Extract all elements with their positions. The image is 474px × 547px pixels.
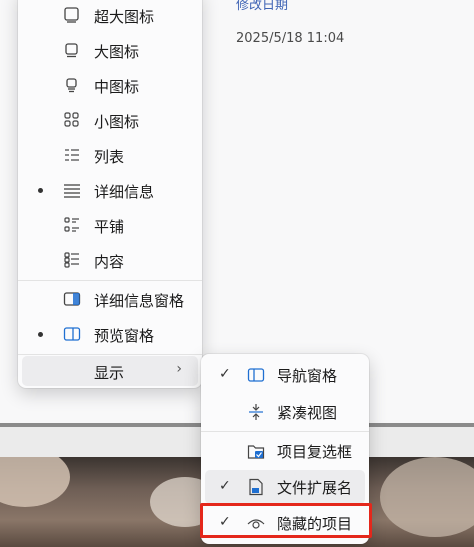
menu-item-label: 详细信息窗格 [94,292,185,310]
menu-item-tiles[interactable]: 平铺 [22,208,198,242]
small-icons-icon [63,111,81,129]
submenu-item-file-extensions[interactable]: ✓ 文件扩展名 [205,470,365,504]
submenu-item-navigation-pane[interactable]: ✓ 导航窗格 [205,358,365,392]
check-icon: ✓ [219,366,231,382]
file-extension-icon [247,478,265,496]
submenu-separator [201,431,369,432]
menu-item-label: 列表 [94,148,125,166]
menu-item-small-icons[interactable]: 小图标 [22,103,198,137]
content-icon [63,251,81,269]
details-pane-icon [63,290,81,308]
submenu-item-label: 紧凑视图 [277,404,338,422]
details-icon [63,181,81,199]
chevron-right-icon: › [176,361,182,377]
view-menu: 超大图标 大图标 中图标 小图标 列表 详细信息 平铺 内容 详细信息窗格 预览… [18,0,202,388]
menu-item-label: 中图标 [94,78,140,96]
submenu-item-label: 项目复选框 [277,443,353,461]
menu-item-large-icons[interactable]: 大图标 [22,33,198,67]
menu-item-list[interactable]: 列表 [22,138,198,172]
menu-item-label: 平铺 [94,218,125,236]
submenu-item-label: 导航窗格 [277,367,338,385]
menu-item-label: 预览窗格 [94,327,155,345]
large-icons-icon [63,41,81,59]
compact-view-icon [247,403,265,421]
menu-item-extra-large-icons[interactable]: 超大图标 [22,0,198,32]
column-header-modified[interactable]: 修改日期 [236,0,288,13]
menu-item-details[interactable]: 详细信息 [22,173,198,207]
preview-pane-icon [63,325,81,343]
check-icon: ✓ [219,478,231,494]
tiles-icon [63,216,81,234]
extra-large-icons-icon [63,6,81,24]
menu-item-label: 超大图标 [94,8,155,26]
medium-icons-icon [63,76,81,94]
navigation-pane-icon [247,366,265,384]
selected-dot-icon [38,188,43,193]
menu-item-label: 小图标 [94,113,140,131]
submenu-item-item-checkboxes[interactable]: 项目复选框 [205,434,365,468]
highlight-box [200,503,372,538]
submenu-item-compact-view[interactable]: 紧凑视图 [205,395,365,429]
submenu-item-label: 文件扩展名 [277,479,353,497]
menu-item-details-pane[interactable]: 详细信息窗格 [22,282,198,316]
menu-item-content[interactable]: 内容 [22,243,198,277]
selected-dot-icon [38,332,43,337]
item-checkbox-icon [247,442,265,460]
menu-item-label: 显示 [94,364,125,382]
menu-item-medium-icons[interactable]: 中图标 [22,68,198,102]
menu-item-label: 详细信息 [94,183,155,201]
list-icon [63,146,81,164]
menu-separator [18,280,202,281]
menu-item-preview-pane[interactable]: 预览窗格 [22,317,198,351]
menu-item-label: 内容 [94,253,125,271]
menu-item-show[interactable]: 显示 › [22,356,198,386]
menu-item-label: 大图标 [94,43,140,61]
menu-separator [18,354,202,355]
modified-date-cell: 2025/5/18 11:04 [236,31,345,46]
